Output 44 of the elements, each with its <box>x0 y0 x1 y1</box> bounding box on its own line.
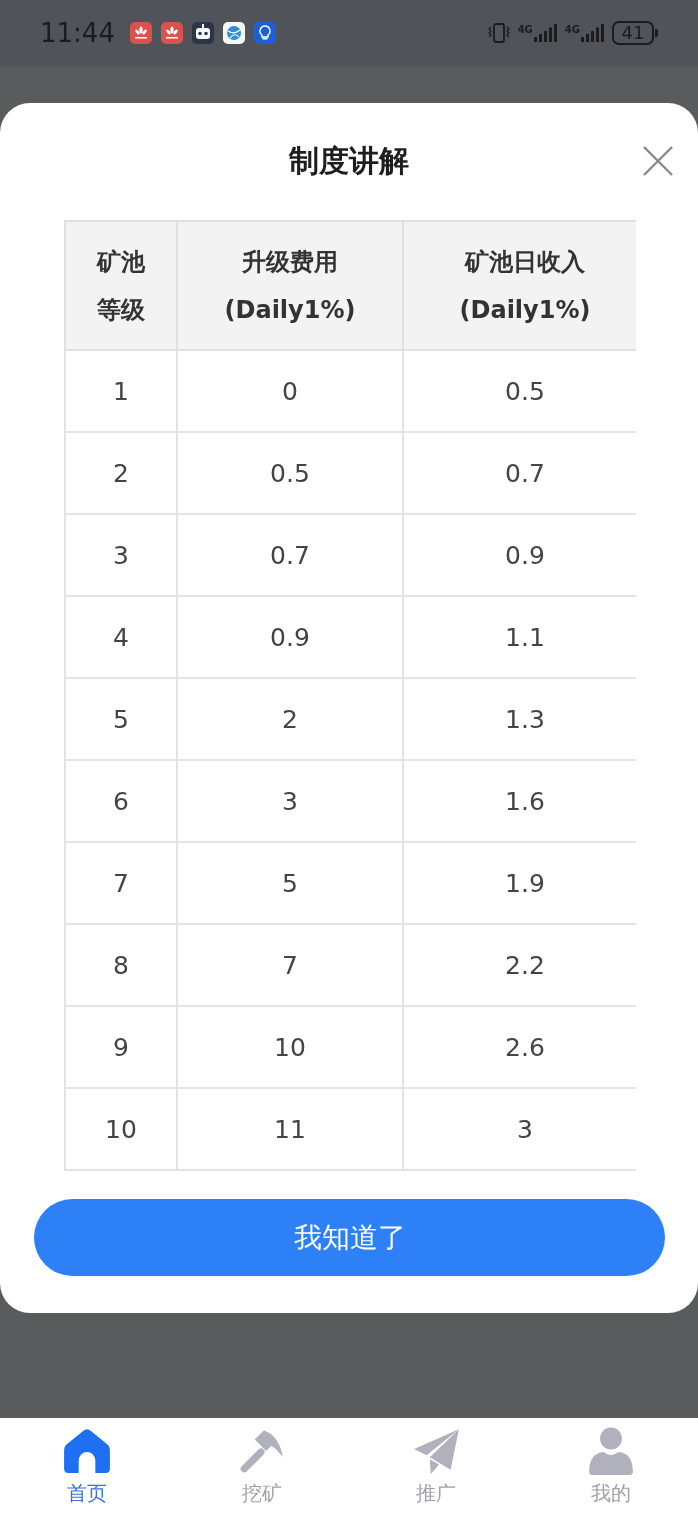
network-type-label: 4G <box>564 24 580 36</box>
table-cell: 10 <box>65 1088 177 1170</box>
close-icon <box>643 146 673 176</box>
nav-tab[interactable]: 首页 <box>27 1418 148 1507</box>
column-header: 升级费用 (Daily1%) <box>177 221 403 350</box>
vibrate-icon <box>486 21 511 45</box>
battery-percent: 41 <box>612 21 654 45</box>
table-cell: 8 <box>65 924 177 1006</box>
column-header: 矿池日收入 (Daily1%) <box>403 221 636 350</box>
app-icon <box>129 22 152 44</box>
signal-bars-icon <box>581 24 605 42</box>
app-icon <box>160 22 183 44</box>
signal-bars-icon <box>533 24 558 42</box>
table-cell: 3 <box>177 760 403 842</box>
network-type-label: 4G <box>517 24 533 36</box>
table-cell: 0 <box>177 350 403 432</box>
table-cell: 7 <box>177 924 403 1006</box>
nav-tab[interactable]: 挖矿 <box>201 1418 322 1507</box>
table-cell: 7 <box>65 842 177 924</box>
table-cell: 9 <box>65 1006 177 1088</box>
table-cell: 6 <box>65 760 177 842</box>
table-cell: 10 <box>177 1006 403 1088</box>
nav-tab[interactable]: 我的 <box>550 1418 671 1507</box>
table-cell: 5 <box>65 678 177 760</box>
table-cell: 3 <box>65 514 177 596</box>
table-cell: 2 <box>177 678 403 760</box>
table-cell: 2 <box>65 432 177 514</box>
globe-icon <box>222 22 245 44</box>
home-icon <box>62 1426 113 1476</box>
confirm-button[interactable]: 我知道了 <box>34 1199 665 1276</box>
table-cell: 0.7 <box>177 514 403 596</box>
close-button[interactable] <box>643 146 673 176</box>
clock-time: 11:44 <box>40 18 115 48</box>
nav-tab[interactable]: 推广 <box>376 1418 497 1507</box>
dialog-title: 制度讲解 <box>289 142 409 180</box>
table-cell: 0.5 <box>177 432 403 514</box>
table-cell: 1 <box>65 350 177 432</box>
lightbulb-icon <box>253 22 276 44</box>
table-cell: 5 <box>177 842 403 924</box>
table-cell: 4 <box>65 596 177 678</box>
table-cell: 0.9 <box>177 596 403 678</box>
robot-icon <box>191 22 214 44</box>
column-header: 矿池等级 <box>65 221 177 350</box>
table-cell: 11 <box>177 1088 403 1170</box>
